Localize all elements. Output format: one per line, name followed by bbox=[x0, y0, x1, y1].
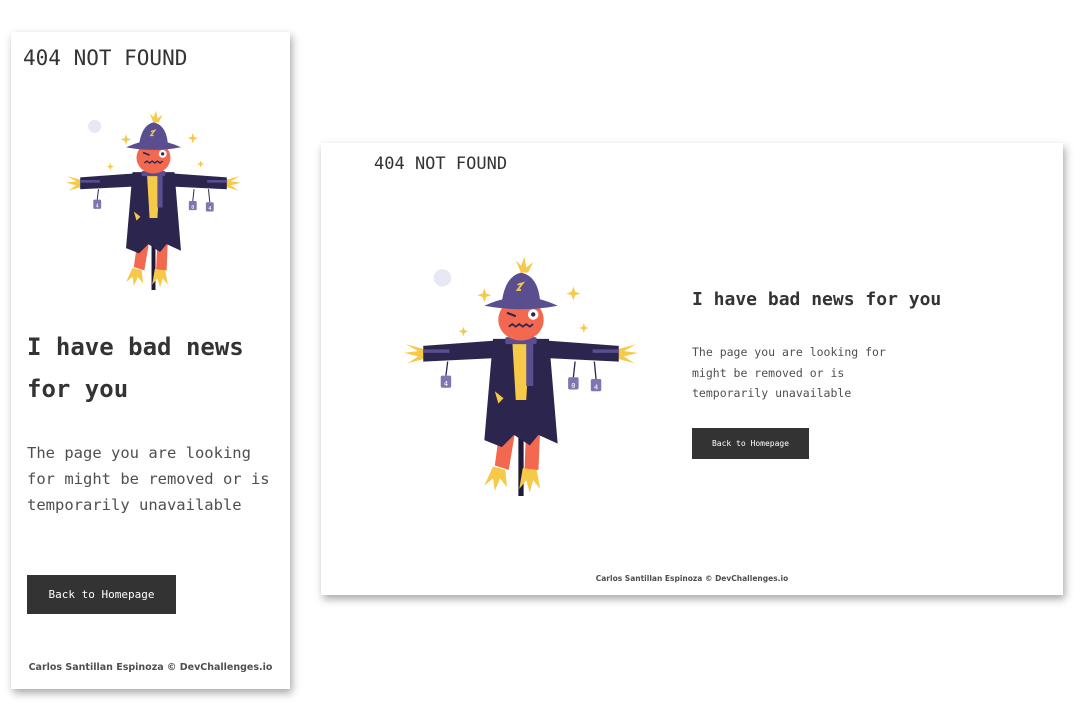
sign-label: 4 bbox=[96, 204, 99, 210]
footer-credit: Carlos Santillan Espinoza © DevChallenge… bbox=[595, 574, 789, 583]
mobile-preview: 404 NOT FOUND 4 0 4 I have bad news for … bbox=[11, 32, 290, 689]
sign-label: 4 bbox=[444, 380, 448, 388]
sign-label: 4 bbox=[208, 206, 211, 212]
sign-label: 0 bbox=[571, 382, 575, 390]
site-logo[interactable]: 404 NOT FOUND bbox=[374, 154, 507, 174]
scarecrow-illustration: 4 0 4 bbox=[64, 110, 243, 290]
sign-label: 4 bbox=[594, 384, 598, 392]
page-heading: I have bad news for you bbox=[27, 333, 244, 403]
error-message: The page you are looking for might be re… bbox=[692, 345, 886, 400]
scarecrow-illustration: 4 0 4 bbox=[402, 256, 640, 496]
site-logo[interactable]: 404 NOT FOUND bbox=[23, 46, 187, 70]
back-to-homepage-button[interactable]: Back to Homepage bbox=[692, 428, 809, 459]
desktop-preview: 404 NOT FOUND 4 0 4 I have bad news for … bbox=[321, 143, 1063, 595]
error-message: The page you are looking for might be re… bbox=[27, 444, 270, 514]
page-heading: I have bad news for you bbox=[692, 289, 942, 310]
footer-credit: Carlos Santillan Espinoza © DevChallenge… bbox=[28, 662, 273, 673]
sign-label: 0 bbox=[191, 205, 194, 211]
back-to-homepage-button[interactable]: Back to Homepage bbox=[27, 575, 176, 614]
